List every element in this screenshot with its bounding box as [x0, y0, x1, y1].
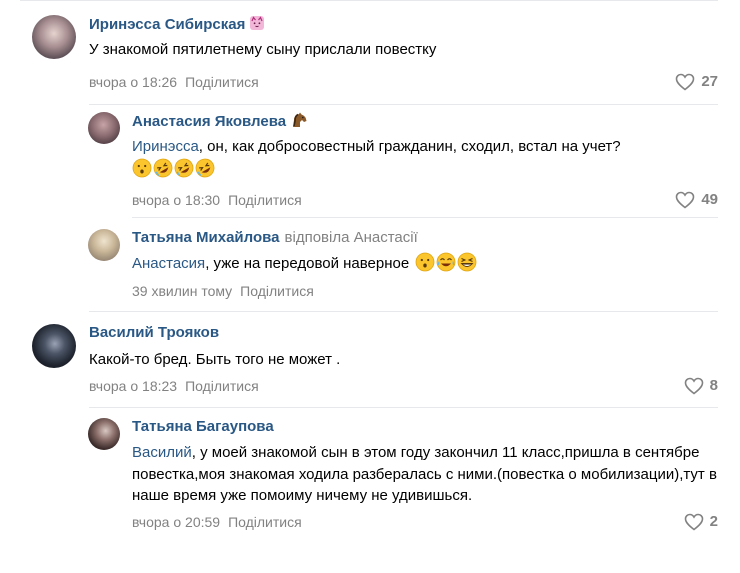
avatar[interactable] [32, 324, 76, 368]
comment-text: Какой-то бред. Быть того не может . [89, 351, 341, 368]
reply-note[interactable]: відповіла Анастасії [285, 229, 418, 246]
avatar[interactable] [32, 15, 76, 59]
author-name[interactable]: Анастасия Яковлева [132, 113, 286, 130]
grinning-squint-emoji-icon [457, 252, 477, 278]
like-button[interactable]: 2 [684, 513, 718, 531]
comment: Иринэсса Сибирская У знакомой пятилетнем… [32, 15, 718, 105]
top-divider [20, 0, 718, 1]
heart-icon [684, 377, 704, 395]
comment-text: Василий, у моей знакомой сын в этом году… [132, 444, 717, 504]
comment-divider [89, 407, 718, 408]
share-button[interactable]: Поділитися [228, 192, 302, 208]
like-button[interactable]: 27 [675, 73, 718, 91]
tears-of-joy-emoji-icon [436, 252, 456, 278]
avatar[interactable] [88, 112, 120, 144]
emoji-row [132, 158, 718, 184]
share-button[interactable]: Поділитися [185, 74, 259, 90]
comment-time[interactable]: вчора о 18:26 [89, 74, 177, 90]
comment-time[interactable]: вчора о 18:23 [89, 378, 177, 394]
comment-divider [89, 104, 718, 105]
share-button[interactable]: Поділитися [228, 514, 302, 530]
like-count: 49 [701, 191, 718, 208]
author-name[interactable]: Иринэсса Сибирская [89, 16, 245, 33]
like-button[interactable]: 8 [684, 377, 718, 395]
heart-icon [684, 513, 704, 531]
comment-time[interactable]: вчора о 20:59 [132, 514, 220, 530]
author-name[interactable]: Татьяна Михайлова [132, 229, 280, 246]
rolling-laughing-emoji-icon [174, 158, 194, 184]
author-name[interactable]: Татьяна Багаупова [132, 418, 274, 435]
reply-address-link[interactable]: Анастасия [132, 255, 205, 272]
thread-divider [89, 311, 718, 312]
comment-thread: Иринэсса Сибирская У знакомой пятилетнем… [0, 0, 740, 573]
comment-reply: Анастасия Яковлева Иринэсса, он, как доб… [88, 112, 718, 218]
like-count: 2 [709, 512, 718, 530]
comment-text: Анастасия, уже на передовой наверное [132, 252, 718, 278]
hushed-face-emoji-icon [415, 252, 435, 278]
comment-text: Иринэсса, он, как добросовестный граждан… [132, 138, 621, 155]
reply-address-link[interactable]: Иринэсса [132, 138, 199, 155]
like-button[interactable]: 49 [675, 191, 718, 209]
comment-time[interactable]: 39 хвилин тому [132, 283, 232, 299]
comment-reply: Татьяна Багаупова Василий, у моей знаком… [88, 418, 718, 566]
comment-text: У знакомой пятилетнему сыну прислали пов… [89, 41, 437, 58]
comment: Василий Трояков Какой-то бред. Быть того… [32, 324, 718, 408]
avatar[interactable] [88, 229, 120, 261]
heart-icon [675, 191, 695, 209]
rolling-laughing-emoji-icon [195, 158, 215, 184]
comment-time[interactable]: вчора о 18:30 [132, 192, 220, 208]
comment-divider [132, 217, 718, 218]
avatar[interactable] [88, 418, 120, 450]
cat-face-emoji-icon [249, 15, 265, 36]
like-count: 27 [701, 73, 718, 90]
comment-reply: Татьяна Михайлова відповіла Анастасії Ана… [88, 229, 718, 312]
horse-emoji-icon [290, 112, 308, 133]
rolling-laughing-emoji-icon [153, 158, 173, 184]
heart-icon [675, 73, 695, 91]
share-button[interactable]: Поділитися [185, 378, 259, 394]
reply-address-link[interactable]: Василий [132, 444, 192, 461]
author-name[interactable]: Василий Трояков [89, 324, 219, 341]
share-button[interactable]: Поділитися [240, 283, 314, 299]
like-count: 8 [709, 377, 718, 394]
hushed-face-emoji-icon [132, 158, 152, 184]
